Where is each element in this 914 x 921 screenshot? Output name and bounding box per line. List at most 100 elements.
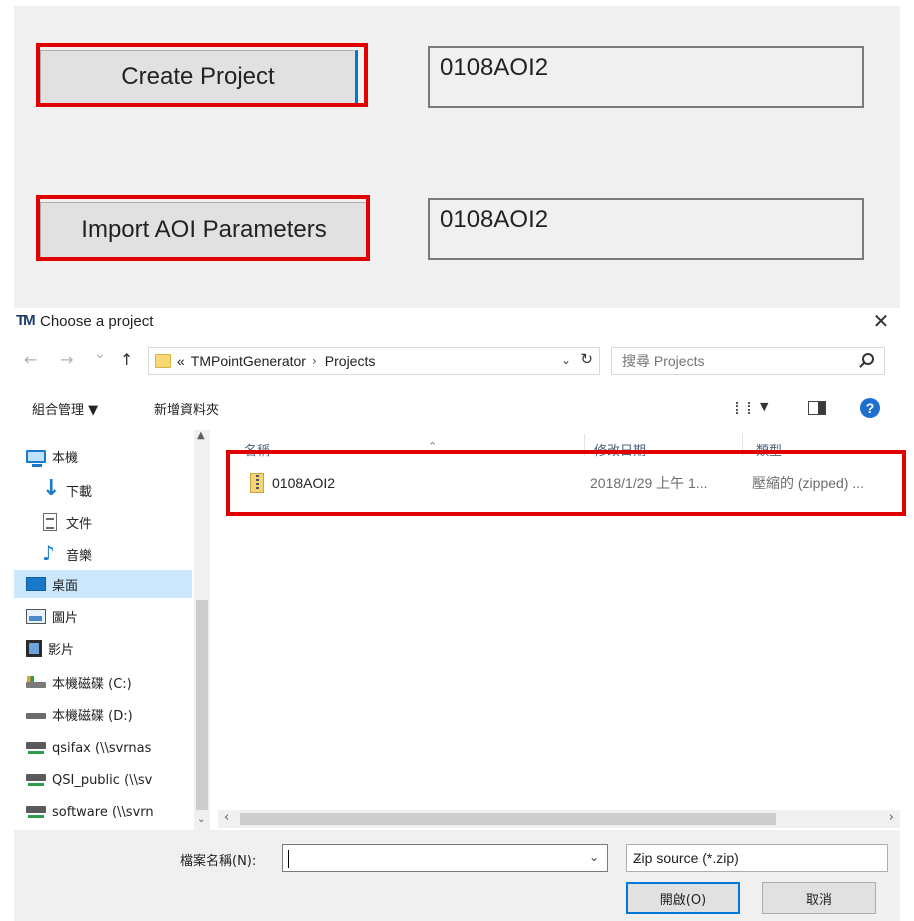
scroll-left-icon[interactable]: ‹ <box>224 810 229 825</box>
sidebar-item-documents[interactable]: 文件 <box>14 508 192 536</box>
sidebar-item-videos[interactable]: 影片 <box>14 634 192 662</box>
tm-logo: TM <box>16 312 36 329</box>
videos-icon <box>26 639 42 657</box>
scrollbar-thumb[interactable] <box>196 600 208 810</box>
network-drive-icon <box>26 804 46 820</box>
help-icon[interactable]: ? <box>860 398 880 418</box>
sidebar-item-label: 本機磁碟 (D:) <box>52 708 133 724</box>
filename-label: 檔案名稱(N): <box>180 854 257 869</box>
column-header-name[interactable]: 名稱 ⌃ <box>244 430 584 458</box>
sidebar-item-label: qsifax (\\svrnas <box>52 740 152 756</box>
preview-pane-icon[interactable] <box>808 401 826 415</box>
search-input[interactable] <box>622 351 842 371</box>
breadcrumb-overflow[interactable]: « <box>177 353 185 369</box>
column-header-modified[interactable]: 修改日期 <box>594 430 744 458</box>
sidebar-item-label: 影片 <box>48 642 75 658</box>
scroll-up-icon[interactable]: ▲ <box>197 430 205 441</box>
import-aoi-value-field[interactable]: 0108AOI2 <box>428 198 864 260</box>
document-icon <box>43 513 57 531</box>
dialog-footer: 檔案名稱(N): ⌄ Zip source (*.zip) ⌄ 開啟(O) 取消 <box>14 830 900 921</box>
sidebar-item-label: 音樂 <box>66 548 93 564</box>
sidebar-item-label: software (\\svrn <box>52 804 154 820</box>
column-header-name-label: 名稱 <box>244 444 271 458</box>
folder-icon <box>155 354 171 368</box>
sidebar-item-label: 桌面 <box>52 578 79 594</box>
sort-ascending-icon: ⌃ <box>428 440 438 453</box>
file-type-filter[interactable]: Zip source (*.zip) ⌄ <box>626 844 888 872</box>
file-list[interactable]: 名稱 ⌃ 修改日期 類型 0108AOI2 2018/1/29 上午 1... … <box>218 430 906 830</box>
breadcrumb-separator: › <box>311 354 317 368</box>
scroll-right-icon[interactable]: › <box>889 810 894 825</box>
file-row[interactable]: 0108AOI2 2018/1/29 上午 1... 壓縮的 (zipped) … <box>246 470 900 496</box>
sidebar-item-label: 下載 <box>66 484 93 500</box>
file-list-horizontal-scrollbar[interactable]: ‹ › <box>218 810 900 828</box>
back-arrow-icon[interactable]: ← <box>24 350 37 369</box>
navigation-pane[interactable]: 本機 下載 文件 音樂 桌面 圖片 影片 本機磁碟 (C:) <box>14 430 218 830</box>
sidebar-item-label: 本機 <box>52 450 79 466</box>
sidebar-item-software[interactable]: software (\\svrn <box>14 798 192 826</box>
sidebar-item-qsi-public[interactable]: QSI_public (\\sv <box>14 766 192 794</box>
drive-c-icon <box>26 675 46 689</box>
sidebar-item-music[interactable]: 音樂 <box>14 540 192 568</box>
search-box[interactable] <box>611 347 885 375</box>
text-cursor <box>288 850 289 868</box>
view-options-icon[interactable] <box>736 402 750 414</box>
create-project-button[interactable]: Create Project <box>40 50 358 104</box>
choose-project-dialog: TM Choose a project ✕ ← → ⌄ ↑ « TMPointG… <box>14 308 906 921</box>
filename-dropdown-icon[interactable]: ⌄ <box>589 850 599 864</box>
file-name: 0108AOI2 <box>272 475 336 491</box>
filename-combobox[interactable]: ⌄ <box>282 844 608 872</box>
breadcrumb-tmpointgenerator[interactable]: TMPointGenerator <box>191 353 306 369</box>
organize-menu[interactable]: 組合管理 ▼ <box>32 399 98 418</box>
column-header-type[interactable]: 類型 <box>756 430 896 458</box>
sidebar-item-qsifax[interactable]: qsifax (\\svrnas <box>14 734 192 762</box>
dialog-toolbar: 組合管理 ▼ 新增資料夾 ▼ ? <box>14 394 900 424</box>
file-modified: 2018/1/29 上午 1... <box>590 475 708 491</box>
up-arrow-icon[interactable]: ↑ <box>120 350 133 369</box>
navigation-bar: ← → ⌄ ↑ « TMPointGenerator › Projects ⌄ … <box>14 346 900 376</box>
music-icon <box>40 541 60 565</box>
sidebar-item-drive-c[interactable]: 本機磁碟 (C:) <box>14 668 192 696</box>
file-type-dropdown-icon[interactable]: ⌄ <box>633 850 879 864</box>
app-panel: Create Project 0108AOI2 Import AOI Param… <box>14 6 900 308</box>
desktop-icon <box>26 577 46 591</box>
sidebar-item-label: 文件 <box>66 516 93 532</box>
import-aoi-parameters-button[interactable]: Import AOI Parameters <box>40 202 368 258</box>
cancel-button[interactable]: 取消 <box>762 882 876 914</box>
drive-d-icon <box>26 707 46 721</box>
new-folder-button[interactable]: 新增資料夾 <box>154 399 219 418</box>
create-project-value-field[interactable]: 0108AOI2 <box>428 46 864 108</box>
dialog-title-bar: TM Choose a project ✕ <box>14 308 900 334</box>
close-icon[interactable]: ✕ <box>868 308 894 334</box>
pictures-icon <box>26 608 46 624</box>
sidebar-item-this-pc[interactable]: 本機 <box>14 442 192 470</box>
view-dropdown-icon[interactable]: ▼ <box>760 400 768 413</box>
breadcrumb-projects[interactable]: Projects <box>325 353 376 369</box>
dialog-title: Choose a project <box>40 313 154 330</box>
refresh-icon[interactable]: ↻ <box>580 350 593 368</box>
column-divider[interactable] <box>584 434 585 456</box>
recent-locations-icon[interactable]: ⌄ <box>94 346 106 362</box>
column-header-modified-label: 修改日期 <box>594 444 647 458</box>
network-drive-icon <box>26 772 46 788</box>
sidebar-item-drive-d[interactable]: 本機磁碟 (D:) <box>14 700 192 728</box>
sidebar-item-pictures[interactable]: 圖片 <box>14 602 192 630</box>
open-button[interactable]: 開啟(O) <box>626 882 740 914</box>
address-dropdown-icon[interactable]: ⌄ <box>561 353 571 367</box>
sidebar-item-label: QSI_public (\\sv <box>52 772 153 788</box>
network-drive-icon <box>26 740 46 756</box>
column-divider[interactable] <box>742 434 743 456</box>
sidebar-item-label: 圖片 <box>52 610 79 626</box>
download-icon <box>40 476 60 501</box>
navigation-pane-scrollbar[interactable]: ▲ ⌄ <box>194 430 210 830</box>
sidebar-item-desktop[interactable]: 桌面 <box>14 570 192 598</box>
search-icon[interactable] <box>862 353 874 365</box>
file-type: 壓縮的 (zipped) ... <box>752 475 865 491</box>
filename-input[interactable] <box>287 848 577 868</box>
scrollbar-thumb[interactable] <box>240 813 776 825</box>
address-bar[interactable]: « TMPointGenerator › Projects ⌄ ↻ <box>148 347 600 375</box>
forward-arrow-icon[interactable]: → <box>60 350 73 369</box>
computer-icon <box>26 449 46 467</box>
scroll-down-icon[interactable]: ⌄ <box>197 814 205 825</box>
sidebar-item-downloads[interactable]: 下載 <box>14 476 192 504</box>
